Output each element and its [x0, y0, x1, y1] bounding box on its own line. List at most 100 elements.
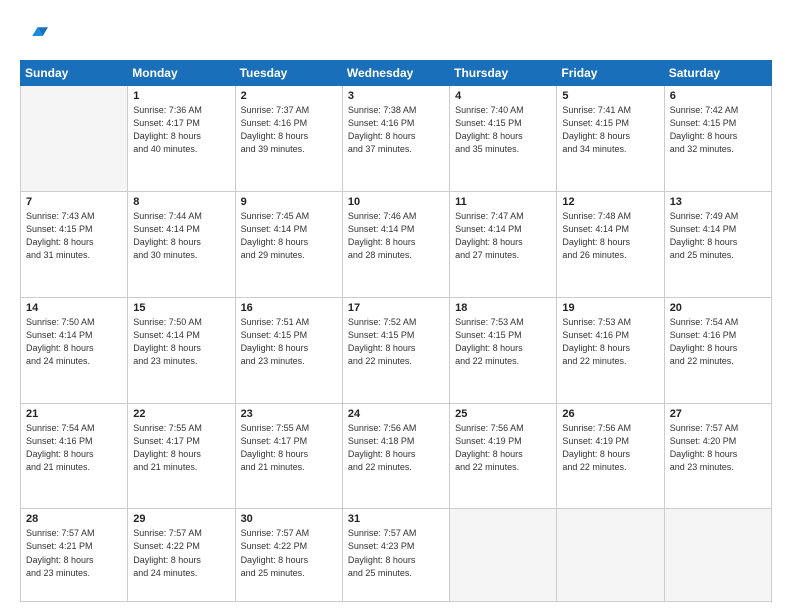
- day-cell: 28 Sunrise: 7:57 AM Sunset: 4:21 PM Dayli…: [21, 509, 128, 602]
- day-cell: 31 Sunrise: 7:57 AM Sunset: 4:23 PM Dayli…: [342, 509, 449, 602]
- day-info: Sunrise: 7:40 AM Sunset: 4:15 PM Dayligh…: [455, 104, 551, 156]
- day-info: Sunrise: 7:37 AM Sunset: 4:16 PM Dayligh…: [241, 104, 337, 156]
- day-number: 15: [133, 302, 229, 314]
- day-number: 18: [455, 302, 551, 314]
- day-info: Sunrise: 7:53 AM Sunset: 4:16 PM Dayligh…: [562, 316, 658, 368]
- day-number: 6: [670, 90, 766, 102]
- day-info: Sunrise: 7:51 AM Sunset: 4:15 PM Dayligh…: [241, 316, 337, 368]
- day-cell: [450, 509, 557, 602]
- day-info: Sunrise: 7:41 AM Sunset: 4:15 PM Dayligh…: [562, 104, 658, 156]
- weekday-header: Tuesday: [235, 61, 342, 86]
- day-info: Sunrise: 7:53 AM Sunset: 4:15 PM Dayligh…: [455, 316, 551, 368]
- day-cell: 4 Sunrise: 7:40 AM Sunset: 4:15 PM Daylig…: [450, 86, 557, 192]
- weekday-header: Saturday: [664, 61, 771, 86]
- weekday-header: Thursday: [450, 61, 557, 86]
- day-cell: 19 Sunrise: 7:53 AM Sunset: 4:16 PM Dayli…: [557, 297, 664, 403]
- day-number: 1: [133, 90, 229, 102]
- day-cell: 10 Sunrise: 7:46 AM Sunset: 4:14 PM Dayli…: [342, 191, 449, 297]
- day-number: 30: [241, 513, 337, 525]
- day-info: Sunrise: 7:55 AM Sunset: 4:17 PM Dayligh…: [133, 422, 229, 474]
- day-number: 27: [670, 408, 766, 420]
- day-cell: 17 Sunrise: 7:52 AM Sunset: 4:15 PM Dayli…: [342, 297, 449, 403]
- day-cell: 11 Sunrise: 7:47 AM Sunset: 4:14 PM Dayli…: [450, 191, 557, 297]
- day-info: Sunrise: 7:49 AM Sunset: 4:14 PM Dayligh…: [670, 210, 766, 262]
- day-info: Sunrise: 7:56 AM Sunset: 4:19 PM Dayligh…: [562, 422, 658, 474]
- day-number: 12: [562, 196, 658, 208]
- day-info: Sunrise: 7:36 AM Sunset: 4:17 PM Dayligh…: [133, 104, 229, 156]
- weekday-header-row: SundayMondayTuesdayWednesdayThursdayFrid…: [21, 61, 772, 86]
- day-info: Sunrise: 7:57 AM Sunset: 4:20 PM Dayligh…: [670, 422, 766, 474]
- week-row: 14 Sunrise: 7:50 AM Sunset: 4:14 PM Dayli…: [21, 297, 772, 403]
- day-info: Sunrise: 7:56 AM Sunset: 4:19 PM Dayligh…: [455, 422, 551, 474]
- day-cell: 30Sunrise: 7:57 AM Sunset: 4:22 PM Dayli…: [235, 509, 342, 602]
- day-number: 10: [348, 196, 444, 208]
- page: SundayMondayTuesdayWednesdayThursdayFrid…: [0, 0, 792, 612]
- day-cell: 6 Sunrise: 7:42 AM Sunset: 4:15 PM Daylig…: [664, 86, 771, 192]
- day-number: 7: [26, 196, 122, 208]
- day-cell: 9 Sunrise: 7:45 AM Sunset: 4:14 PM Daylig…: [235, 191, 342, 297]
- day-number: 25: [455, 408, 551, 420]
- weekday-header: Friday: [557, 61, 664, 86]
- day-number: 14: [26, 302, 122, 314]
- day-cell: 18 Sunrise: 7:53 AM Sunset: 4:15 PM Dayli…: [450, 297, 557, 403]
- day-number: 11: [455, 196, 551, 208]
- day-info: Sunrise: 7:55 AM Sunset: 4:17 PM Dayligh…: [241, 422, 337, 474]
- day-info: Sunrise: 7:47 AM Sunset: 4:14 PM Dayligh…: [455, 210, 551, 262]
- day-cell: 7Sunrise: 7:43 AM Sunset: 4:15 PM Daylig…: [21, 191, 128, 297]
- day-cell: 14 Sunrise: 7:50 AM Sunset: 4:14 PM Dayli…: [21, 297, 128, 403]
- day-cell: 16 Sunrise: 7:51 AM Sunset: 4:15 PM Dayli…: [235, 297, 342, 403]
- day-cell: 8Sunrise: 7:44 AM Sunset: 4:14 PM Daylig…: [128, 191, 235, 297]
- weekday-header: Monday: [128, 61, 235, 86]
- day-number: 13: [670, 196, 766, 208]
- day-cell: 20Sunrise: 7:54 AM Sunset: 4:16 PM Dayli…: [664, 297, 771, 403]
- day-info: Sunrise: 7:56 AM Sunset: 4:18 PM Dayligh…: [348, 422, 444, 474]
- day-info: Sunrise: 7:46 AM Sunset: 4:14 PM Dayligh…: [348, 210, 444, 262]
- day-number: 31: [348, 513, 444, 525]
- day-info: Sunrise: 7:50 AM Sunset: 4:14 PM Dayligh…: [26, 316, 122, 368]
- day-cell: 22 Sunrise: 7:55 AM Sunset: 4:17 PM Dayli…: [128, 403, 235, 509]
- day-info: Sunrise: 7:54 AM Sunset: 4:16 PM Dayligh…: [670, 316, 766, 368]
- day-number: 8: [133, 196, 229, 208]
- day-info: Sunrise: 7:57 AM Sunset: 4:23 PM Dayligh…: [348, 527, 444, 579]
- week-row: 21Sunrise: 7:54 AM Sunset: 4:16 PM Dayli…: [21, 403, 772, 509]
- day-info: Sunrise: 7:52 AM Sunset: 4:15 PM Dayligh…: [348, 316, 444, 368]
- day-number: 26: [562, 408, 658, 420]
- day-number: 22: [133, 408, 229, 420]
- day-number: 19: [562, 302, 658, 314]
- day-cell: [664, 509, 771, 602]
- weekday-header: Wednesday: [342, 61, 449, 86]
- day-number: 17: [348, 302, 444, 314]
- day-number: 16: [241, 302, 337, 314]
- day-info: Sunrise: 7:48 AM Sunset: 4:14 PM Dayligh…: [562, 210, 658, 262]
- day-cell: 15 Sunrise: 7:50 AM Sunset: 4:14 PM Dayli…: [128, 297, 235, 403]
- logo-icon: [20, 22, 48, 50]
- day-info: Sunrise: 7:45 AM Sunset: 4:14 PM Dayligh…: [241, 210, 337, 262]
- day-number: 4: [455, 90, 551, 102]
- day-cell: 2 Sunrise: 7:37 AM Sunset: 4:16 PM Daylig…: [235, 86, 342, 192]
- day-number: 2: [241, 90, 337, 102]
- day-cell: 3Sunrise: 7:38 AM Sunset: 4:16 PM Daylig…: [342, 86, 449, 192]
- day-info: Sunrise: 7:50 AM Sunset: 4:14 PM Dayligh…: [133, 316, 229, 368]
- day-cell: 12 Sunrise: 7:48 AM Sunset: 4:14 PM Dayli…: [557, 191, 664, 297]
- day-number: 28: [26, 513, 122, 525]
- day-cell: 29Sunrise: 7:57 AM Sunset: 4:22 PM Dayli…: [128, 509, 235, 602]
- weekday-header: Sunday: [21, 61, 128, 86]
- logo: [20, 22, 50, 50]
- day-number: 24: [348, 408, 444, 420]
- header: [20, 18, 772, 50]
- day-cell: 24 Sunrise: 7:56 AM Sunset: 4:18 PM Dayli…: [342, 403, 449, 509]
- calendar: SundayMondayTuesdayWednesdayThursdayFrid…: [20, 60, 772, 602]
- day-cell: 5 Sunrise: 7:41 AM Sunset: 4:15 PM Daylig…: [557, 86, 664, 192]
- day-cell: 27 Sunrise: 7:57 AM Sunset: 4:20 PM Dayli…: [664, 403, 771, 509]
- week-row: 7Sunrise: 7:43 AM Sunset: 4:15 PM Daylig…: [21, 191, 772, 297]
- week-row: 1 Sunrise: 7:36 AM Sunset: 4:17 PM Daylig…: [21, 86, 772, 192]
- day-info: Sunrise: 7:57 AM Sunset: 4:21 PM Dayligh…: [26, 527, 122, 579]
- day-number: 5: [562, 90, 658, 102]
- day-cell: 26 Sunrise: 7:56 AM Sunset: 4:19 PM Dayli…: [557, 403, 664, 509]
- day-info: Sunrise: 7:42 AM Sunset: 4:15 PM Dayligh…: [670, 104, 766, 156]
- day-cell: 13 Sunrise: 7:49 AM Sunset: 4:14 PM Dayli…: [664, 191, 771, 297]
- day-cell: 25 Sunrise: 7:56 AM Sunset: 4:19 PM Dayli…: [450, 403, 557, 509]
- day-number: 29: [133, 513, 229, 525]
- day-number: 9: [241, 196, 337, 208]
- week-row: 28 Sunrise: 7:57 AM Sunset: 4:21 PM Dayli…: [21, 509, 772, 602]
